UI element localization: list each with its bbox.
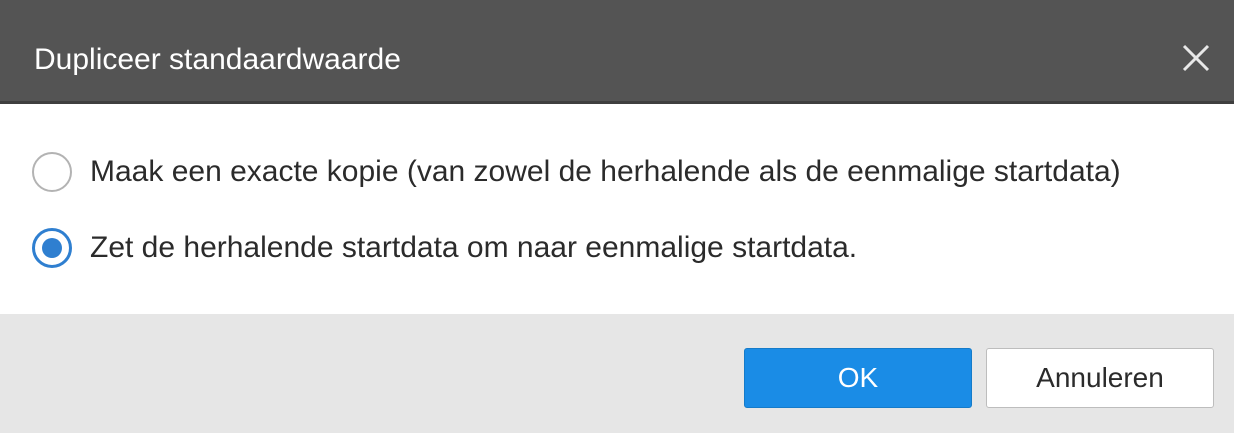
duplicate-dialog: Dupliceer standaardwaarde Maak een exact…	[0, 0, 1234, 433]
option-exact-copy-label: Maak een exacte kopie (van zowel de herh…	[90, 155, 1121, 188]
cancel-button[interactable]: Annuleren	[986, 348, 1214, 408]
option-convert-startdata-label: Zet de herhalende startdata om naar eenm…	[90, 231, 858, 264]
dialog-footer: OK Annuleren	[0, 314, 1234, 433]
dialog-titlebar: Dupliceer standaardwaarde	[0, 0, 1234, 104]
radio-convert-startdata[interactable]	[32, 228, 72, 268]
radio-exact-copy[interactable]	[32, 152, 72, 192]
option-exact-copy[interactable]: Maak een exacte kopie (van zowel de herh…	[32, 150, 1121, 194]
dialog-title: Dupliceer standaardwaarde	[34, 43, 401, 76]
option-convert-startdata[interactable]: Zet de herhalende startdata om naar eenm…	[32, 226, 857, 270]
close-button[interactable]	[1176, 38, 1216, 78]
close-icon	[1182, 44, 1210, 72]
dialog-body: Maak een exacte kopie (van zowel de herh…	[0, 104, 1234, 314]
ok-button[interactable]: OK	[744, 348, 972, 408]
